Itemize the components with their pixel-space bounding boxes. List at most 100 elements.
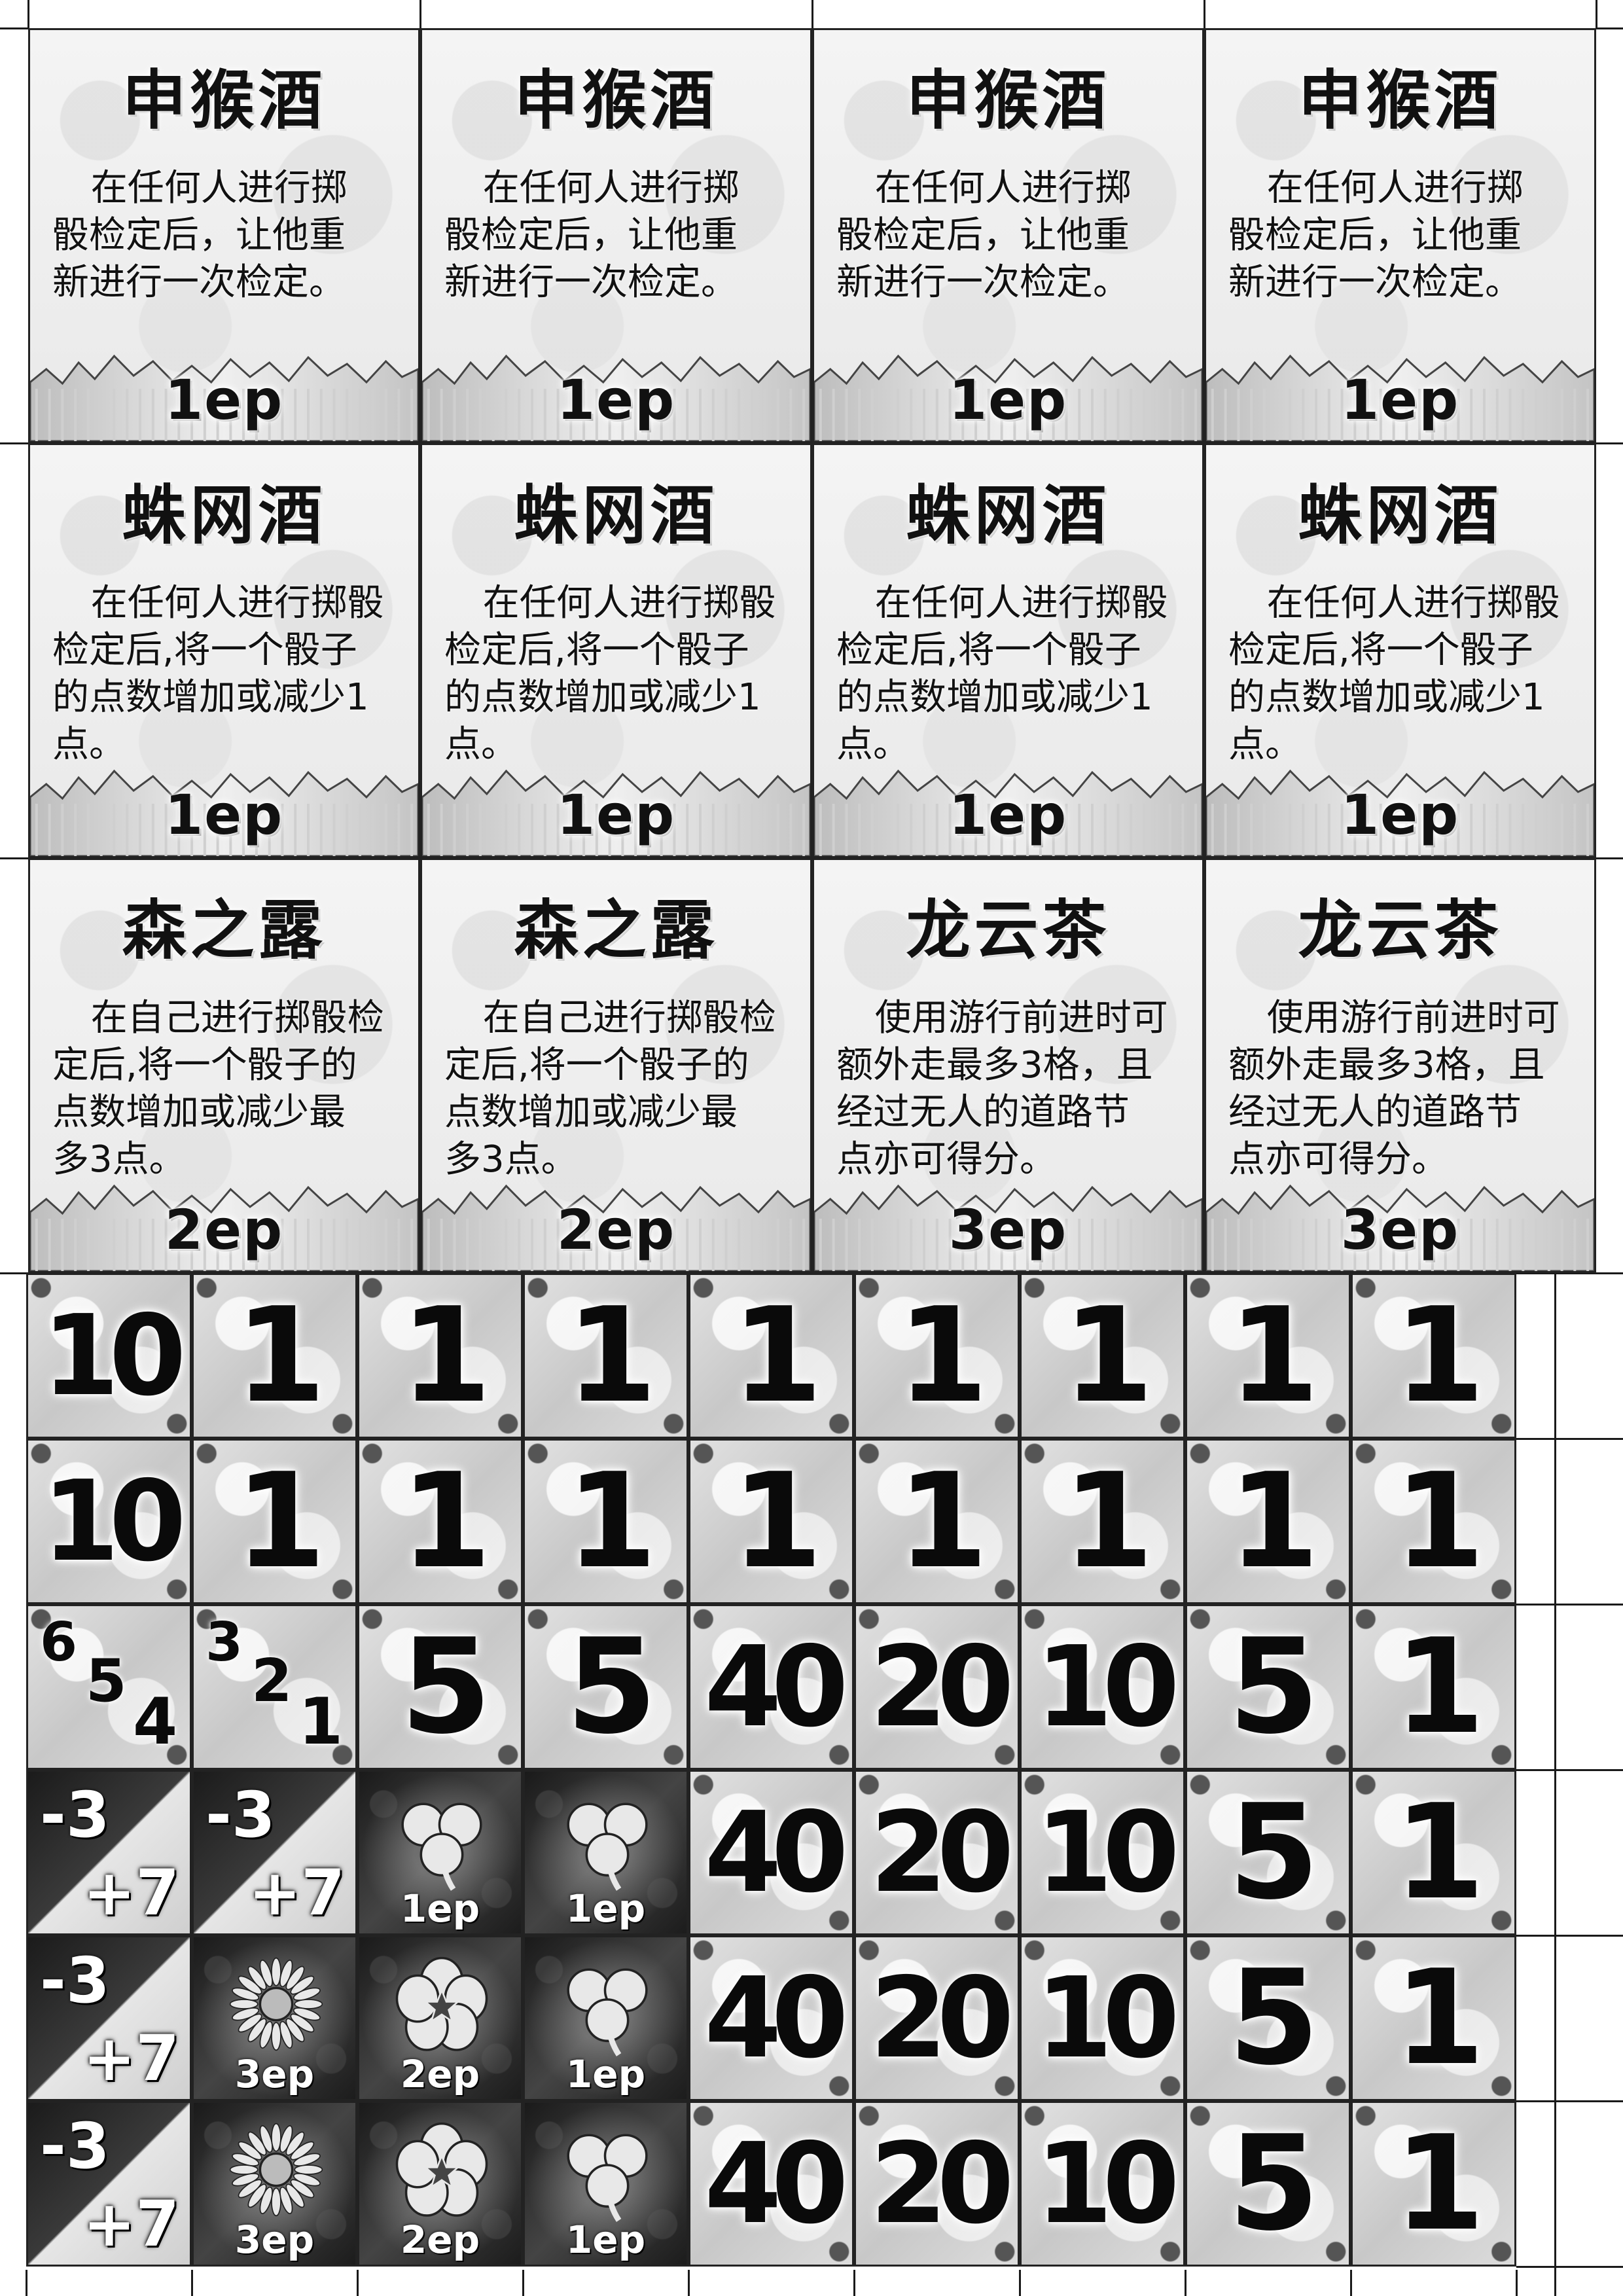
token-tile[interactable]: 1 (1351, 1604, 1516, 1770)
token-tile[interactable]: 10 (1020, 2101, 1185, 2267)
token-tile[interactable]: 1 (1185, 1273, 1351, 1439)
token-tile[interactable]: 1 (1351, 1439, 1516, 1604)
token-tile[interactable]: 10 (1020, 1935, 1185, 2101)
dice-face-value: 5 (86, 1647, 127, 1715)
card-title: 蛛网酒 (1298, 478, 1503, 553)
card-cost: 1ep (164, 783, 284, 847)
token-tile[interactable]: 1 (1020, 1439, 1185, 1604)
token-tile[interactable]: 1 (523, 1439, 688, 1604)
token-tile[interactable]: 1ep (523, 1770, 688, 1935)
item-card[interactable]: 蛛网酒 在任何人进行掷骰 检定后,将一个骰子 的点数增加或减少1 点。 1ep (28, 443, 420, 858)
item-card[interactable]: 森之露 在自己进行掷骰检 定后,将一个骰子的 点数增加或减少最 多3点。 2ep (420, 858, 812, 1273)
cut-mark-left (0, 1272, 28, 1274)
token-tile[interactable]: 1 (854, 1273, 1020, 1439)
token-tile[interactable]: 20 (854, 2101, 1020, 2267)
token-tile[interactable]: 3ep (192, 2101, 357, 2267)
item-card[interactable]: 蛛网酒 在任何人进行掷骰 检定后,将一个骰子 的点数增加或减少1 点。 1ep (420, 443, 812, 858)
token-tile[interactable]: 20 (854, 1935, 1020, 2101)
token-tile[interactable]: 1 (523, 1273, 688, 1439)
card-description: 使用游行前进时可 额外走最多3格，且 经过无人的道路节 点亦可得分。 (836, 997, 1168, 1181)
token-tile[interactable]: 40 (688, 1770, 854, 1935)
token-value: 10 (1035, 1953, 1180, 2083)
token-tile[interactable]: -3 +7 (192, 1770, 357, 1935)
token-tile[interactable]: 5 (523, 1604, 688, 1770)
token-tile[interactable]: 1 (1351, 1273, 1516, 1439)
clover-icon (401, 1803, 482, 1891)
token-tile[interactable]: 1 (1351, 2101, 1516, 2267)
token-tile[interactable]: 5 (1185, 1604, 1351, 1770)
token-tile[interactable]: -3 +7 (26, 1770, 192, 1935)
token-tile[interactable]: 654 (26, 1604, 192, 1770)
item-card[interactable]: 申猴酒 在任何人进行掷 骰检定后，让他重 新进行一次检定。 1ep (1204, 28, 1596, 443)
token-value: 1 (234, 1445, 326, 1598)
card-cost: 3ep (948, 1198, 1068, 1262)
token-tile[interactable]: 1 (357, 1439, 523, 1604)
card-cost: 3ep (1340, 1198, 1460, 1262)
card-title: 蛛网酒 (906, 478, 1111, 553)
clover-icon (567, 2134, 648, 2222)
token-value: 40 (704, 2119, 849, 2249)
token-tile[interactable]: 2ep (357, 2101, 523, 2267)
card-title: 申猴酒 (906, 63, 1111, 138)
ep-label: 1ep (400, 1886, 480, 1931)
cut-mark-bottom (522, 2270, 524, 2296)
card-title: 蛛网酒 (514, 478, 719, 553)
token-tile[interactable]: 1 (1351, 1935, 1516, 2101)
token-tile[interactable]: 3ep (192, 1935, 357, 2101)
clover-icon (567, 1968, 648, 2056)
token-tile[interactable]: 1 (357, 1273, 523, 1439)
token-tile[interactable]: -3 +7 (26, 1935, 192, 2101)
token-tile[interactable]: -3 +7 (26, 2101, 192, 2267)
card-description: 在任何人进行掷 骰检定后，让他重 新进行一次检定。 (444, 167, 740, 304)
token-tile[interactable]: 1ep (357, 1770, 523, 1935)
item-card[interactable]: 龙云茶 使用游行前进时可 额外走最多3格，且 经过无人的道路节 点亦可得分。 3ep (812, 858, 1204, 1273)
cut-mark-left (0, 857, 28, 859)
token-tile[interactable]: 1 (688, 1439, 854, 1604)
item-card[interactable]: 申猴酒 在任何人进行掷 骰检定后，让他重 新进行一次检定。 1ep (28, 28, 420, 443)
card-title: 申猴酒 (122, 63, 327, 138)
token-tile[interactable]: 40 (688, 2101, 854, 2267)
token-tile[interactable]: 1 (192, 1439, 357, 1604)
token-value: 1 (1228, 1445, 1319, 1598)
cut-mark-top (1204, 0, 1205, 28)
token-tile[interactable]: 1 (854, 1439, 1020, 1604)
item-card[interactable]: 蛛网酒 在任何人进行掷骰 检定后,将一个骰子 的点数增加或减少1 点。 1ep (1204, 443, 1596, 858)
item-card[interactable]: 龙云茶 使用游行前进时可 额外走最多3格，且 经过无人的道路节 点亦可得分。 3ep (1204, 858, 1596, 1273)
token-tile[interactable]: 10 (26, 1439, 192, 1604)
card-description: 在任何人进行掷骰 检定后,将一个骰子 的点数增加或减少1 点。 (1228, 582, 1560, 766)
ep-label: 1ep (565, 2052, 646, 2096)
cut-mark-right (1516, 1769, 1623, 1771)
token-tile[interactable]: 1 (1351, 1770, 1516, 1935)
ep-label: 1ep (565, 1886, 646, 1931)
daisy-icon (229, 1957, 323, 2051)
token-tile[interactable]: 2ep (357, 1935, 523, 2101)
item-card[interactable]: 森之露 在自己进行掷骰检 定后,将一个骰子的 点数增加或减少最 多3点。 2ep (28, 858, 420, 1273)
token-tile[interactable]: 1 (688, 1273, 854, 1439)
token-tile[interactable]: 5 (1185, 2101, 1351, 2267)
token-tile[interactable]: 20 (854, 1604, 1020, 1770)
card-cost: 1ep (556, 783, 676, 847)
token-tile[interactable]: 321 (192, 1604, 357, 1770)
token-value: 1 (565, 1445, 657, 1598)
item-card[interactable]: 蛛网酒 在任何人进行掷骰 检定后,将一个骰子 的点数增加或减少1 点。 1ep (812, 443, 1204, 858)
cut-mark-left (0, 27, 28, 29)
token-tile[interactable]: 1 (1020, 1273, 1185, 1439)
token-tile[interactable]: 1 (1185, 1439, 1351, 1604)
token-tile[interactable]: 20 (854, 1770, 1020, 1935)
token-tile[interactable]: 40 (688, 1935, 854, 2101)
token-tile[interactable]: 10 (26, 1273, 192, 1439)
token-tile[interactable]: 5 (1185, 1770, 1351, 1935)
token-value: 1 (234, 1280, 326, 1432)
bonus-value: +7 (82, 2187, 179, 2261)
token-tile[interactable]: 1ep (523, 2101, 688, 2267)
token-tile[interactable]: 1 (192, 1273, 357, 1439)
token-tile[interactable]: 10 (1020, 1770, 1185, 1935)
token-tile[interactable]: 5 (1185, 1935, 1351, 2101)
token-tile[interactable]: 1ep (523, 1935, 688, 2101)
item-card[interactable]: 申猴酒 在任何人进行掷 骰检定后，让他重 新进行一次检定。 1ep (812, 28, 1204, 443)
token-tile[interactable]: 5 (357, 1604, 523, 1770)
token-tile[interactable]: 10 (1020, 1604, 1185, 1770)
item-card[interactable]: 申猴酒 在任何人进行掷 骰检定后，让他重 新进行一次检定。 1ep (420, 28, 812, 443)
cut-mark-bottom (688, 2270, 690, 2296)
token-tile[interactable]: 40 (688, 1604, 854, 1770)
